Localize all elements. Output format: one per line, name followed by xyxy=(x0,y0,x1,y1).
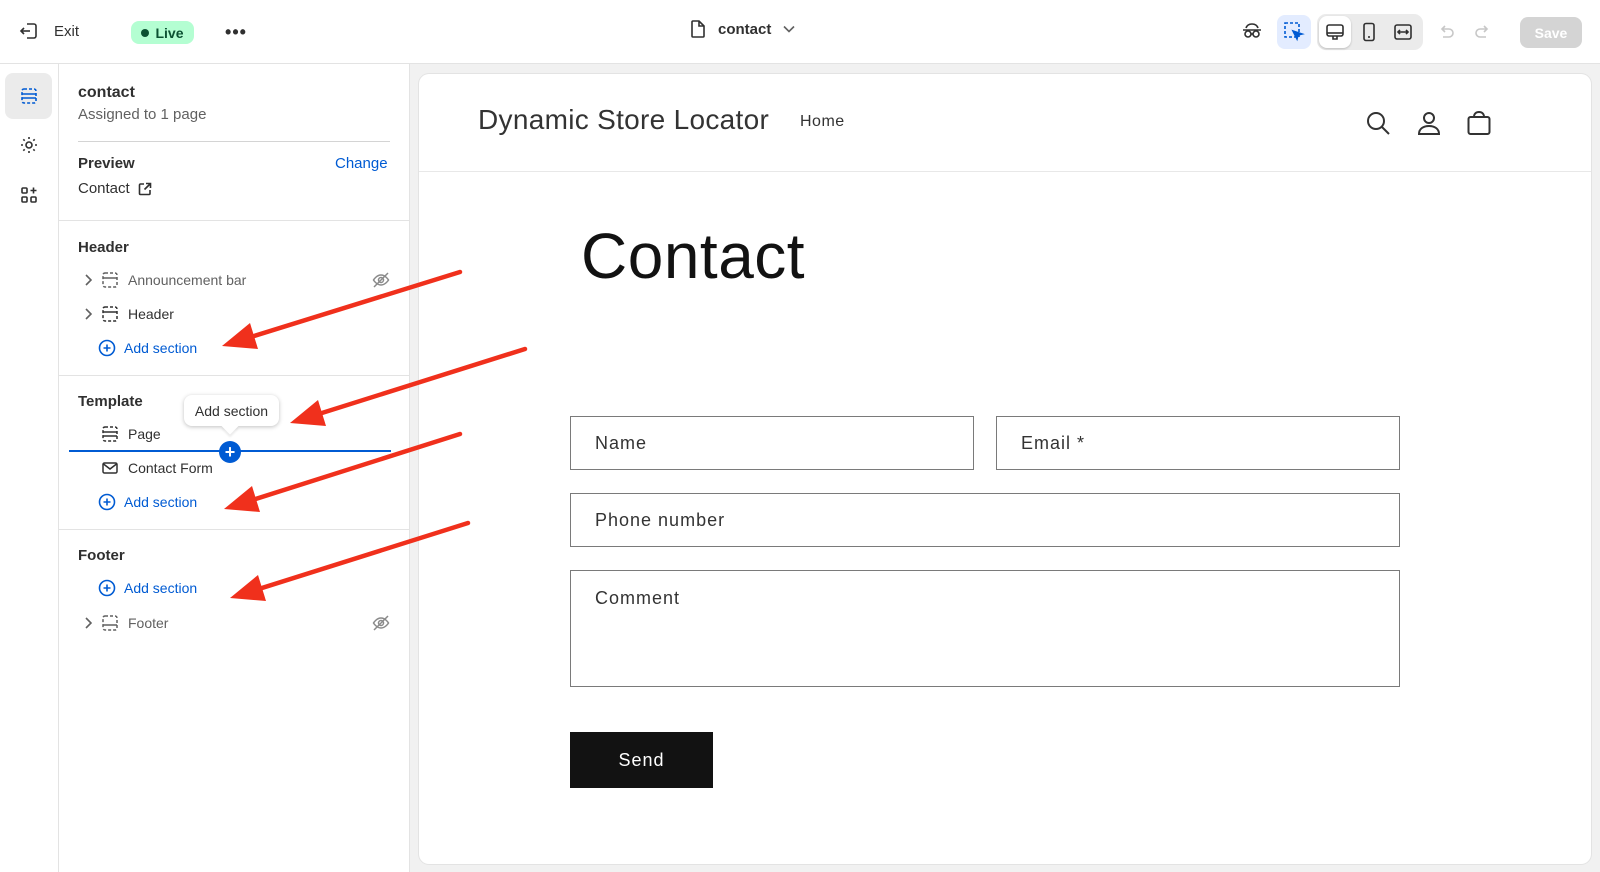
chevron-right-icon[interactable] xyxy=(78,274,98,286)
store-preview: Dynamic Store Locator Home Contact Name … xyxy=(419,74,1591,864)
hidden-eye-icon[interactable] xyxy=(372,614,390,635)
desktop-icon xyxy=(1326,24,1344,40)
store-header: Dynamic Store Locator Home xyxy=(419,74,1591,172)
preview-label: Preview xyxy=(78,155,135,172)
expand-horizontal-icon xyxy=(1394,24,1412,40)
contact-heading: Contact xyxy=(581,220,806,292)
section-row-header[interactable]: Header xyxy=(78,299,390,329)
section-row-label: Page xyxy=(128,426,161,442)
section-layout-icon xyxy=(98,425,122,443)
send-button[interactable]: Send xyxy=(570,732,713,788)
preview-value: Contact xyxy=(78,180,130,197)
section-layout-icon xyxy=(98,305,122,323)
exit-button[interactable]: Exit xyxy=(18,20,79,42)
mobile-view-button[interactable] xyxy=(1353,16,1385,48)
divider xyxy=(59,375,410,376)
add-section-tooltip: Add section xyxy=(184,395,279,426)
insert-section-button[interactable]: + xyxy=(219,441,241,463)
more-actions-button[interactable]: ••• xyxy=(225,22,247,42)
add-section-label: Add section xyxy=(124,340,198,356)
desktop-view-button[interactable] xyxy=(1319,16,1351,48)
change-preview-link[interactable]: Change xyxy=(335,155,388,172)
theme-check-button[interactable] xyxy=(1235,15,1269,49)
add-section-footer-button[interactable]: Add section xyxy=(98,573,197,603)
plus-icon: + xyxy=(224,442,236,462)
gear-icon xyxy=(20,137,37,153)
divider xyxy=(78,141,390,142)
template-title: contact xyxy=(78,84,135,101)
sections-tab[interactable] xyxy=(5,73,52,119)
add-section-label: Add section xyxy=(124,494,198,510)
more-icon: ••• xyxy=(225,21,247,42)
section-row-announcement-bar[interactable]: Announcement bar xyxy=(78,265,390,295)
fullwidth-view-button[interactable] xyxy=(1387,16,1419,48)
undo-icon xyxy=(1440,25,1454,38)
phone-field[interactable]: Phone number xyxy=(570,493,1400,547)
live-status-badge: Live xyxy=(131,21,194,44)
divider xyxy=(59,529,410,530)
chevron-down-icon xyxy=(783,25,795,33)
section-layout-icon xyxy=(98,614,122,632)
redo-icon xyxy=(1475,25,1489,38)
store-name[interactable]: Dynamic Store Locator xyxy=(478,104,769,136)
cart-icon[interactable] xyxy=(1463,107,1495,139)
template-group-label: Template xyxy=(78,393,143,410)
inspector-toggle-button[interactable] xyxy=(1277,15,1311,49)
plus-circle-icon xyxy=(98,493,116,511)
mail-icon xyxy=(98,460,122,476)
external-link-icon xyxy=(138,182,152,195)
sections-icon xyxy=(20,88,37,104)
chevron-right-icon[interactable] xyxy=(78,617,98,629)
account-icon[interactable] xyxy=(1413,107,1445,139)
undo-button[interactable] xyxy=(1429,15,1463,49)
apps-icon xyxy=(20,187,37,203)
search-icon[interactable] xyxy=(1362,107,1394,139)
template-assigned: Assigned to 1 page xyxy=(78,106,207,123)
add-section-header-button[interactable]: Add section xyxy=(98,333,197,363)
divider xyxy=(59,220,410,221)
section-row-label: Footer xyxy=(128,615,169,631)
live-label: Live xyxy=(155,24,184,41)
header-group-label: Header xyxy=(78,239,129,256)
add-section-label: Add section xyxy=(124,580,198,596)
live-dot-icon xyxy=(141,28,150,37)
section-layout-icon xyxy=(98,271,122,289)
chevron-right-icon[interactable] xyxy=(78,308,98,320)
sections-panel: contact Assigned to 1 page Preview Chang… xyxy=(59,64,410,872)
editor-topbar: Exit Live ••• contact Save xyxy=(0,0,1600,64)
exit-icon xyxy=(19,23,37,39)
nav-home-link[interactable]: Home xyxy=(800,113,845,131)
plus-circle-icon xyxy=(98,339,116,357)
plus-circle-icon xyxy=(98,579,116,597)
section-row-label: Announcement bar xyxy=(128,272,247,288)
footer-group-label: Footer xyxy=(78,547,125,564)
apps-tab[interactable] xyxy=(5,172,52,218)
email-field[interactable]: Email * xyxy=(996,416,1400,470)
redo-button[interactable] xyxy=(1466,15,1500,49)
name-field[interactable]: Name xyxy=(570,416,974,470)
page-selector[interactable]: contact xyxy=(690,20,795,38)
preview-page-link[interactable]: Contact xyxy=(78,180,152,197)
hidden-eye-icon[interactable] xyxy=(372,271,390,292)
icon-rail xyxy=(0,64,59,872)
mobile-icon xyxy=(1363,22,1375,42)
page-icon xyxy=(691,20,705,38)
section-row-footer[interactable]: Footer xyxy=(78,608,390,638)
add-section-template-button[interactable]: Add section xyxy=(98,487,197,517)
exit-label: Exit xyxy=(54,22,80,40)
section-row-label: Contact Form xyxy=(128,460,213,476)
save-button[interactable]: Save xyxy=(1520,17,1582,48)
page-selector-label: contact xyxy=(718,20,772,38)
comment-field[interactable]: Comment xyxy=(570,570,1400,687)
cursor-select-icon xyxy=(1284,22,1305,42)
theme-settings-tab[interactable] xyxy=(5,122,52,168)
sunglasses-icon xyxy=(1243,23,1261,38)
section-row-label: Header xyxy=(128,306,174,322)
